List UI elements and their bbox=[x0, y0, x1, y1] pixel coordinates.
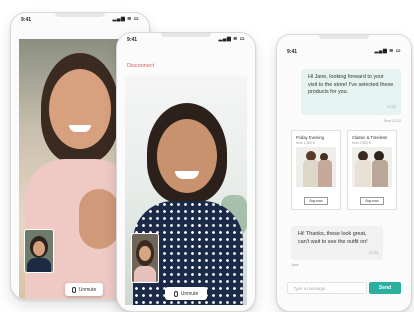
product-price: from 2,500 € bbox=[352, 141, 372, 145]
microphone-icon bbox=[71, 286, 76, 293]
status-bar: 9:41 ▂▄▆ ≋ ▭ bbox=[117, 33, 255, 45]
signal-icon: ▂▄▆ ≋ ▭ bbox=[374, 48, 401, 54]
phone-right: 9:41 ▂▄▆ ≋ ▭ Hi Jane, looking forward to… bbox=[276, 34, 412, 312]
unmute-button[interactable]: Unmute bbox=[165, 287, 207, 300]
message-input[interactable]: Type a message... bbox=[287, 282, 367, 294]
customer-message-bubble: Hi! Thanks, these look great, can't wait… bbox=[291, 226, 383, 260]
video-call-screen: Unmute bbox=[125, 75, 247, 305]
sender-name: Jane bbox=[291, 263, 299, 267]
self-view-thumbnail[interactable] bbox=[131, 233, 159, 283]
product-title: Classic & Timeless bbox=[352, 135, 388, 140]
status-time: 9:41 bbox=[21, 17, 32, 23]
unmute-label: Unmute bbox=[78, 286, 97, 293]
remote-person-smile bbox=[69, 125, 91, 132]
disconnect-link[interactable]: Disconnect bbox=[127, 63, 154, 69]
remote-person-face bbox=[157, 119, 217, 193]
buy-now-button[interactable]: Buy now bbox=[360, 197, 384, 205]
phone-middle: 9:41 ▂▄▆ ≋ ▭ Disconnect Unmute bbox=[116, 32, 256, 312]
remote-person-face bbox=[49, 69, 111, 149]
product-image bbox=[296, 147, 336, 187]
status-time: 9:41 bbox=[287, 49, 298, 55]
buy-now-button[interactable]: Buy now bbox=[304, 197, 328, 205]
message-time: 17:23 bbox=[369, 250, 378, 255]
product-image bbox=[352, 147, 392, 187]
unmute-button[interactable]: Unmute bbox=[65, 283, 103, 296]
agent-message-text: Hi Jane, looking forward to your visit t… bbox=[308, 74, 394, 95]
self-view-thumbnail[interactable] bbox=[24, 229, 54, 273]
agent-message-bubble: Hi Jane, looking forward to your visit t… bbox=[301, 69, 401, 115]
phone-notch bbox=[319, 35, 369, 39]
signal-icon: ▂▄▆ ≋ ▭ bbox=[112, 16, 139, 22]
status-bar: 9:41 ▂▄▆ ≋ ▭ bbox=[277, 45, 411, 57]
signal-icon: ▂▄▆ ≋ ▭ bbox=[218, 36, 245, 42]
customer-message-text: Hi! Thanks, these look great, can't wait… bbox=[298, 231, 368, 245]
microphone-icon bbox=[173, 290, 178, 297]
message-time: 17:22 bbox=[387, 104, 396, 109]
send-button[interactable]: Send bbox=[369, 282, 401, 294]
product-title: Friday Evening bbox=[296, 135, 324, 140]
unmute-label: Unmute bbox=[180, 290, 199, 297]
status-time: 9:41 bbox=[127, 37, 138, 43]
status-bar: 9:41 ▂▄▆ ≋ ▭ bbox=[11, 13, 149, 25]
product-card[interactable]: Friday Evening from 1,900 € Buy now bbox=[291, 130, 341, 210]
product-price: from 1,900 € bbox=[296, 141, 316, 145]
remote-person-hands bbox=[79, 189, 119, 249]
read-receipt: Sent 12:32 bbox=[383, 119, 401, 123]
product-card[interactable]: Classic & Timeless from 2,500 € Buy now bbox=[347, 130, 397, 210]
